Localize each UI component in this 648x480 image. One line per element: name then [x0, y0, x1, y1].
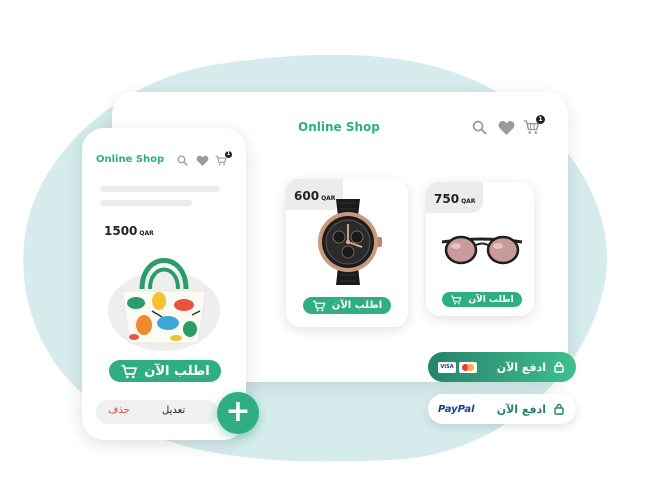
price-value: 1500 — [104, 224, 138, 238]
paypal-logo: PayPal — [438, 403, 475, 415]
order-now-button[interactable]: اطلب الآن — [303, 297, 391, 314]
price-currency: QAR — [461, 198, 476, 205]
pay-now-paypal-button[interactable]: PayPal ادفع الآن — [428, 394, 576, 424]
phone-title: Online Shop — [96, 154, 165, 165]
price-tag: 750 QAR — [426, 182, 484, 213]
placeholder-line — [100, 200, 192, 206]
add-button[interactable]: + — [217, 392, 259, 434]
price-currency: QAR — [139, 230, 154, 237]
product-price: 1500 QAR — [104, 220, 154, 239]
heart-icon[interactable] — [498, 120, 515, 135]
product-card-watch[interactable]: 600 QAR اطلب الآن — [286, 179, 408, 327]
edit-delete-bar: حذف تعديل — [96, 400, 218, 424]
phone-screen: Online Shop 1 1500 QAR اطلب الآن حذف تعد… — [82, 128, 246, 440]
order-now-label: اطلب الآن — [144, 363, 210, 379]
plus-icon: + — [225, 394, 251, 429]
search-icon[interactable] — [177, 155, 188, 166]
placeholder-line — [100, 186, 220, 192]
heart-icon[interactable] — [196, 155, 209, 166]
search-icon[interactable] — [472, 120, 487, 135]
pay-now-card-button[interactable]: VISA ادفع الآن — [428, 352, 576, 382]
cart-icon — [451, 295, 462, 304]
card-logos: VISA — [438, 361, 477, 373]
tablet-title: Online Shop — [298, 120, 380, 134]
sunglasses-image — [441, 235, 523, 265]
cart-icon — [121, 364, 138, 378]
order-now-label: اطلب الآن — [331, 300, 383, 311]
lock-icon — [554, 403, 564, 415]
edit-button[interactable]: تعديل — [162, 405, 185, 416]
product-card-sunglasses[interactable]: 750 QAR اطلب الآن — [426, 182, 534, 316]
price-value: 750 — [434, 192, 460, 206]
order-now-button[interactable]: اطلب الآن — [109, 360, 221, 382]
cart-count-badge: 1 — [225, 151, 232, 158]
delete-button[interactable]: حذف — [108, 405, 130, 416]
cart-count-badge: 1 — [536, 115, 545, 124]
visa-icon: VISA — [438, 361, 456, 373]
mastercard-icon — [459, 361, 477, 373]
cart-icon — [312, 300, 326, 311]
lock-icon — [554, 361, 564, 373]
watch-image — [318, 199, 382, 285]
pay-now-label: ادفع الآن — [496, 402, 546, 416]
pay-now-label: ادفع الآن — [496, 360, 546, 374]
handbag-image — [108, 258, 220, 351]
order-now-button[interactable]: اطلب الآن — [442, 292, 522, 307]
order-now-label: اطلب الآن — [468, 294, 514, 305]
